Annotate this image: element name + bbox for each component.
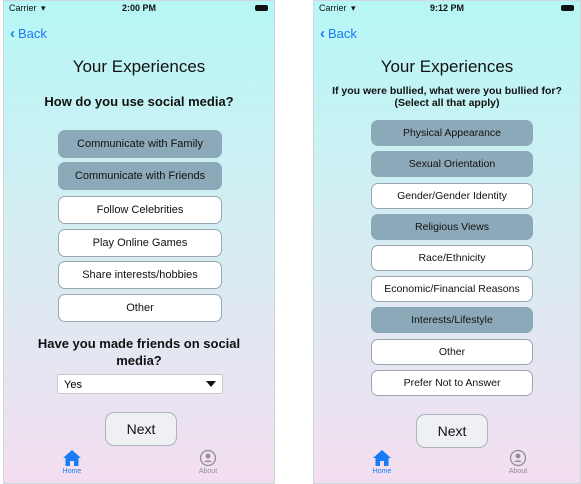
tab-about[interactable]: About <box>178 449 238 475</box>
tab-about[interactable]: About <box>488 449 548 475</box>
status-time: 2:00 PM <box>121 3 156 13</box>
chevron-left-icon: ‹ <box>320 25 325 42</box>
tab-home-label: Home <box>62 468 82 475</box>
phone-screen-right: Carrier ▾ 9:12 PM ‹ Back Your Experiences… <box>313 0 581 484</box>
option-button[interactable]: Physical Appearance <box>371 120 533 146</box>
tab-about-label: About <box>508 468 528 475</box>
option-button[interactable]: Gender/Gender Identity <box>371 183 533 209</box>
status-bar: Carrier ▾ 2:00 PM <box>4 1 274 15</box>
tab-home-label: Home <box>372 468 392 475</box>
person-icon <box>199 449 217 467</box>
dropdown-value: Yes <box>64 379 82 391</box>
status-time: 9:12 PM <box>429 3 464 13</box>
chevron-left-icon: ‹ <box>10 25 15 42</box>
friends-dropdown[interactable]: Yes <box>57 374 223 394</box>
battery-icon <box>561 5 574 11</box>
tab-home[interactable]: Home <box>352 449 412 475</box>
back-label: Back <box>18 26 47 41</box>
page-title: Your Experiences <box>380 57 514 76</box>
question-made-friends: Have you made friends on social media? <box>37 336 241 368</box>
back-button[interactable]: ‹ Back <box>10 25 47 42</box>
person-icon <box>509 449 527 467</box>
back-label: Back <box>328 26 357 41</box>
tab-home[interactable]: Home <box>42 449 102 475</box>
option-button[interactable]: Interests/Lifestyle <box>371 307 533 333</box>
option-button[interactable]: Other <box>371 339 533 365</box>
tab-bar: Home About <box>4 447 274 483</box>
status-bar: Carrier ▾ 9:12 PM <box>314 1 580 15</box>
page-title: Your Experiences <box>72 57 206 76</box>
phone-screen-left: Carrier ▾ 2:00 PM ‹ Back Your Experiences… <box>3 0 275 484</box>
option-button[interactable]: Economic/Financial Reasons <box>371 276 533 302</box>
option-button[interactable]: Prefer Not to Answer <box>371 370 533 396</box>
option-button[interactable]: Follow Celebrities <box>58 196 222 224</box>
next-button[interactable]: Next <box>416 414 488 448</box>
option-button[interactable]: Religious Views <box>371 214 533 240</box>
question-social-media-use: How do you use social media? <box>44 94 234 109</box>
next-button[interactable]: Next <box>105 412 177 446</box>
home-icon <box>373 450 391 466</box>
battery-icon <box>255 5 268 11</box>
option-button[interactable]: Communicate with Family <box>58 130 222 158</box>
option-button[interactable]: Sexual Orientation <box>371 151 533 177</box>
option-button[interactable]: Share interests/hobbies <box>58 261 222 289</box>
back-button[interactable]: ‹ Back <box>320 25 357 42</box>
option-button[interactable]: Race/Ethnicity <box>371 245 533 271</box>
tab-about-label: About <box>198 468 218 475</box>
caret-down-icon <box>206 381 216 387</box>
option-button[interactable]: Other <box>58 294 222 322</box>
tab-bar: Home About <box>314 447 580 483</box>
question-bullied-for: If you were bullied, what were you bulli… <box>332 85 562 109</box>
home-icon <box>63 450 81 466</box>
option-button[interactable]: Communicate with Friends <box>58 162 222 190</box>
option-button[interactable]: Play Online Games <box>58 229 222 257</box>
